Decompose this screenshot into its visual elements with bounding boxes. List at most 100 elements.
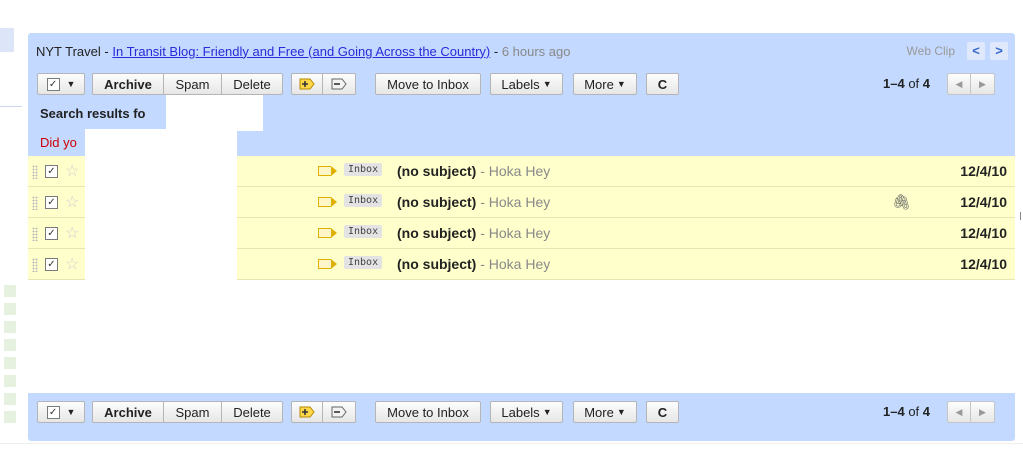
inbox-label-chip[interactable]: Inbox xyxy=(344,194,383,207)
prev-page-button[interactable]: ◀ xyxy=(947,401,971,423)
move-to-inbox-button[interactable]: Move to Inbox xyxy=(375,73,481,95)
next-page-button[interactable]: ▶ xyxy=(971,73,995,95)
paperclip-icon: 🖇 xyxy=(892,194,912,211)
message-snippet: - Hoka Hey xyxy=(476,256,551,272)
star-icon[interactable]: ☆ xyxy=(65,192,79,212)
label-remove-icon xyxy=(331,406,347,418)
web-clip-source: NYT Travel - xyxy=(36,43,113,59)
labels-menu-label: Labels xyxy=(501,404,540,420)
drag-handle-icon[interactable] xyxy=(32,227,38,241)
page-total: 4 xyxy=(922,404,931,419)
select-all-checkbox[interactable]: ✓ xyxy=(46,405,60,419)
left-edge-strip xyxy=(0,28,14,52)
message-snippet: - Hoka Hey xyxy=(476,225,551,241)
archive-button[interactable]: Archive xyxy=(92,73,164,95)
chevron-right-icon: ▶ xyxy=(979,78,986,89)
chevron-down-icon: ▼ xyxy=(542,79,552,89)
message-date: 12/4/10 xyxy=(960,256,1007,272)
drag-handle-icon[interactable] xyxy=(32,196,38,210)
message-subject-line[interactable]: (no subject) - Hoka Hey xyxy=(397,256,550,272)
chevron-down-icon: ▼ xyxy=(66,407,76,417)
inbox-label-chip[interactable]: Inbox xyxy=(344,163,383,176)
bottom-toolbar: ✓ ▼ Archive Spam Delete Move to Inbox Lab… xyxy=(28,397,1015,429)
message-checkbox[interactable]: ✓ xyxy=(45,227,58,240)
star-icon[interactable]: ☆ xyxy=(65,161,79,181)
refresh-icon: C xyxy=(657,404,668,420)
labels-menu-label: Labels xyxy=(501,76,540,92)
mark-important-button[interactable] xyxy=(291,73,323,95)
inbox-label-chip[interactable]: Inbox xyxy=(344,256,383,269)
message-subject-line[interactable]: (no subject) - Hoka Hey xyxy=(397,163,550,179)
mail-panel: NYT Travel - In Transit Blog: Friendly a… xyxy=(28,33,1015,441)
page-count: 1–4 of 4 xyxy=(883,76,930,91)
redaction-box xyxy=(166,95,263,131)
label-tag-icon[interactable] xyxy=(318,165,337,176)
message-subject: (no subject) xyxy=(397,194,477,210)
right-edge-tick xyxy=(1020,212,1021,220)
select-all-checkbox[interactable]: ✓ xyxy=(46,77,60,91)
mark-unimportant-button[interactable] xyxy=(323,401,356,423)
web-clip-prev-button[interactable]: < xyxy=(967,42,985,60)
select-menu-button[interactable]: ✓ ▼ xyxy=(37,73,85,95)
message-subject: (no subject) xyxy=(397,163,477,179)
web-clip-next-button[interactable]: > xyxy=(990,42,1008,60)
star-icon[interactable]: ☆ xyxy=(65,223,79,243)
more-menu-label: More xyxy=(584,404,614,420)
label-add-icon xyxy=(299,406,315,418)
chevron-right-icon: ▶ xyxy=(979,406,986,417)
more-menu-button[interactable]: More ▼ xyxy=(573,401,637,423)
web-clip-link[interactable]: In Transit Blog: Friendly and Free (and … xyxy=(112,44,490,59)
web-clip-label: Web Clip xyxy=(906,44,955,58)
label-tag-icon[interactable] xyxy=(318,196,337,207)
delete-button[interactable]: Delete xyxy=(222,73,283,95)
chevron-down-icon: ▼ xyxy=(66,79,76,89)
page-range: 1–4 xyxy=(883,404,905,419)
more-menu-label: More xyxy=(584,76,614,92)
drag-handle-icon[interactable] xyxy=(32,258,38,272)
message-date: 12/4/10 xyxy=(960,163,1007,179)
star-icon[interactable]: ☆ xyxy=(65,254,79,274)
select-menu-button[interactable]: ✓ ▼ xyxy=(37,401,85,423)
page-of: of xyxy=(904,404,923,419)
refresh-button[interactable]: C xyxy=(646,73,679,95)
message-checkbox[interactable]: ✓ xyxy=(45,165,58,178)
message-checkbox[interactable]: ✓ xyxy=(45,196,58,209)
labels-menu-button[interactable]: Labels ▼ xyxy=(490,73,563,95)
labels-menu-button[interactable]: Labels ▼ xyxy=(490,401,563,423)
drag-handle-icon[interactable] xyxy=(32,165,38,179)
left-edge-divider xyxy=(0,106,22,107)
message-snippet: - Hoka Hey xyxy=(476,194,551,210)
inbox-label-chip[interactable]: Inbox xyxy=(344,225,383,238)
spam-button[interactable]: Spam xyxy=(164,73,222,95)
message-subject-line[interactable]: (no subject) - Hoka Hey xyxy=(397,194,550,210)
did-you-mean-text: Did yo xyxy=(40,135,77,150)
web-clip-text: NYT Travel - In Transit Blog: Friendly a… xyxy=(28,44,570,59)
label-add-icon xyxy=(299,78,315,90)
next-page-button[interactable]: ▶ xyxy=(971,401,995,423)
refresh-icon: C xyxy=(657,76,668,92)
left-edge-squares xyxy=(4,285,16,429)
label-tag-icon[interactable] xyxy=(318,227,337,238)
mark-important-button[interactable] xyxy=(291,401,323,423)
search-results-heading: Search results fo xyxy=(40,106,146,121)
message-date: 12/4/10 xyxy=(960,225,1007,241)
message-checkbox[interactable]: ✓ xyxy=(45,258,58,271)
mark-unimportant-button[interactable] xyxy=(323,73,356,95)
chevron-down-icon: ▼ xyxy=(616,79,626,89)
web-clip-separator: - xyxy=(490,43,502,59)
page-range: 1–4 xyxy=(883,76,905,91)
more-menu-button[interactable]: More ▼ xyxy=(573,73,637,95)
message-subject: (no subject) xyxy=(397,225,477,241)
chevron-down-icon: ▼ xyxy=(542,407,552,417)
archive-button[interactable]: Archive xyxy=(92,401,164,423)
web-clip-bar: NYT Travel - In Transit Blog: Friendly a… xyxy=(28,33,1015,69)
message-subject-line[interactable]: (no subject) - Hoka Hey xyxy=(397,225,550,241)
refresh-button[interactable]: C xyxy=(646,401,679,423)
label-tag-icon[interactable] xyxy=(318,258,337,269)
move-to-inbox-button[interactable]: Move to Inbox xyxy=(375,401,481,423)
page-of: of xyxy=(904,76,923,91)
spam-button[interactable]: Spam xyxy=(164,401,222,423)
prev-page-button[interactable]: ◀ xyxy=(947,73,971,95)
message-subject: (no subject) xyxy=(397,256,477,272)
delete-button[interactable]: Delete xyxy=(222,401,283,423)
